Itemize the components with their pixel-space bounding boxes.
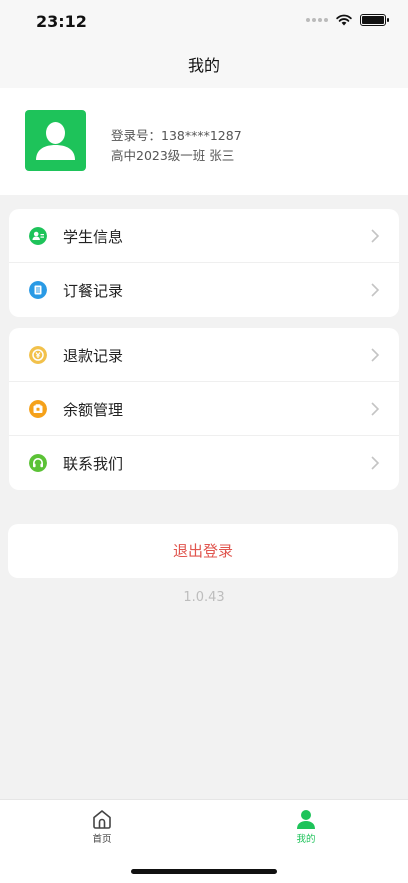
class-name: 高中2023级一班 张三 <box>111 148 235 163</box>
tab-mine-label: 我的 <box>296 834 316 845</box>
tab-home[interactable]: 首页 <box>72 808 132 845</box>
battery-icon <box>360 14 389 26</box>
menu-label-contact-us: 联系我们 <box>63 455 124 473</box>
home-indicator <box>131 869 277 874</box>
menu-item-student-info[interactable]: 学生信息 <box>9 209 399 263</box>
tab-mine[interactable]: 我的 <box>276 808 336 845</box>
chevron-right-icon <box>371 229 380 243</box>
menu-label-balance: 余额管理 <box>63 401 124 419</box>
home-icon <box>93 810 111 829</box>
status-bar: 23:12 <box>0 0 408 44</box>
profile-card[interactable]: 登录号：138****1287 高中2023级一班 张三 <box>0 88 408 195</box>
tab-home-label: 首页 <box>92 834 112 845</box>
chevron-right-icon <box>371 348 380 362</box>
menu-group-1: 学生信息 订餐记录 <box>9 209 399 317</box>
logout-button[interactable]: 退出登录 <box>8 524 398 578</box>
page-title: 我的 <box>187 56 220 75</box>
student-info-icon <box>29 227 47 245</box>
login-number: 登录号：138****1287 <box>111 128 242 143</box>
status-icons <box>306 14 389 26</box>
signal-icon <box>306 18 328 22</box>
version-label: 1.0.43 <box>183 590 225 605</box>
avatar[interactable] <box>25 110 86 171</box>
balance-icon <box>29 400 47 418</box>
order-record-icon <box>29 281 47 299</box>
menu-item-balance[interactable]: 余额管理 <box>9 382 399 436</box>
menu-group-2: 退款记录 余额管理 联系我们 <box>9 328 399 490</box>
headset-icon <box>29 454 47 472</box>
menu-item-contact-us[interactable]: 联系我们 <box>9 436 399 490</box>
chevron-right-icon <box>371 283 380 297</box>
menu-label-refund-record: 退款记录 <box>63 347 124 365</box>
refund-icon <box>29 346 47 364</box>
menu-item-order-record[interactable]: 订餐记录 <box>9 263 399 317</box>
menu-label-order-record: 订餐记录 <box>63 282 124 300</box>
nav-bar: 我的 <box>0 44 408 88</box>
wifi-icon <box>336 14 352 26</box>
menu-label-student-info: 学生信息 <box>63 228 124 246</box>
chevron-right-icon <box>371 456 380 470</box>
menu-item-refund-record[interactable]: 退款记录 <box>9 328 399 382</box>
user-silhouette-icon <box>36 122 75 160</box>
chevron-right-icon <box>371 402 380 416</box>
status-time: 23:12 <box>36 12 87 31</box>
profile-icon <box>297 810 315 829</box>
